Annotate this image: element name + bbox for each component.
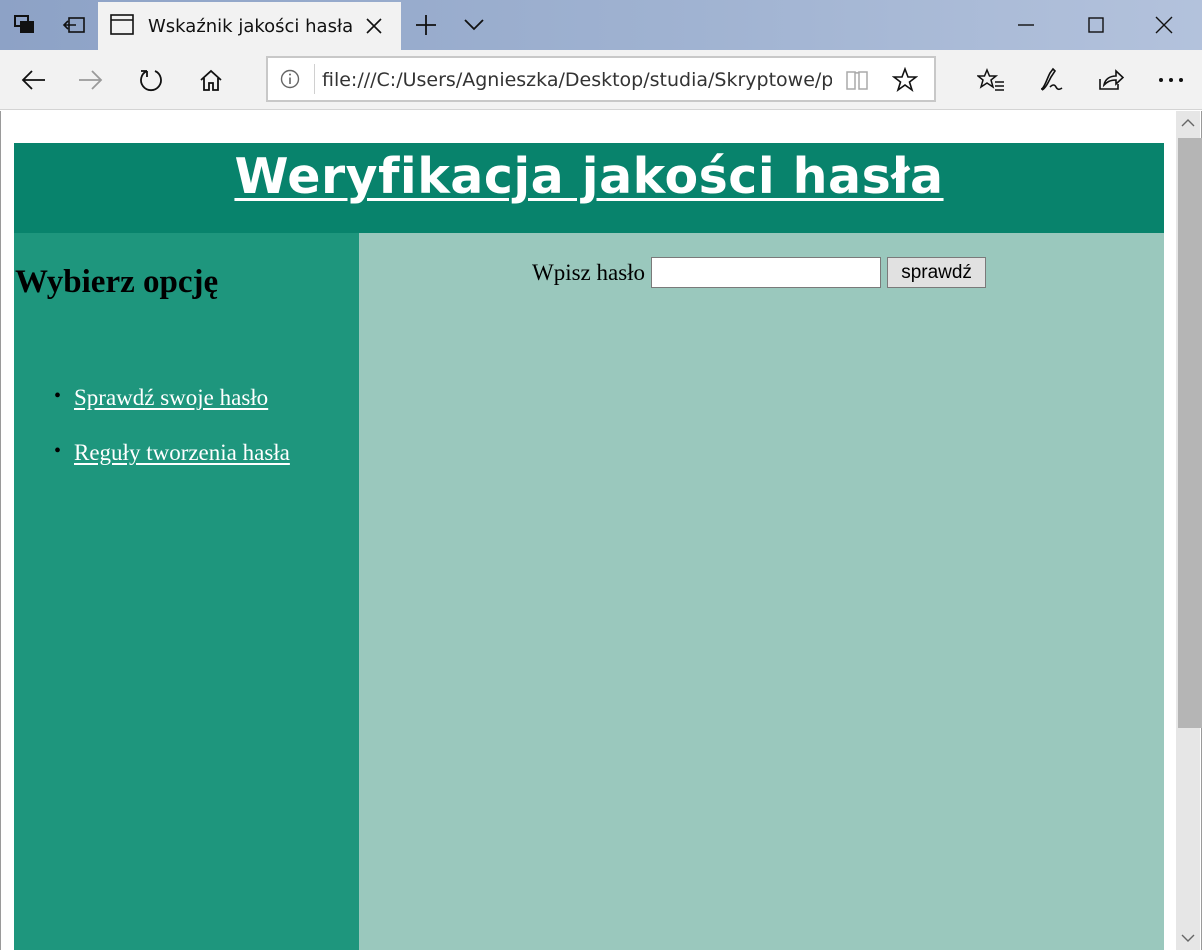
close-tab-icon[interactable] xyxy=(365,17,383,35)
pen-notes-icon[interactable] xyxy=(1026,50,1076,110)
bullet: • xyxy=(54,385,62,407)
reading-view-icon[interactable] xyxy=(845,69,869,91)
sidebar-item-check-password: • Sprawdź swoje hasło xyxy=(54,385,290,440)
address-bar[interactable]: file:///C:/Users/Agnieszka/Desktop/studi… xyxy=(266,56,936,102)
close-window-icon[interactable] xyxy=(1142,0,1186,50)
favorite-star-icon[interactable] xyxy=(892,67,918,93)
check-password-link[interactable]: Sprawdź swoje hasło xyxy=(74,385,268,410)
page-icon xyxy=(110,14,134,35)
tab-actions-icon[interactable] xyxy=(0,0,50,50)
maximize-icon[interactable] xyxy=(1074,0,1118,50)
new-tab-icon[interactable] xyxy=(404,0,448,50)
navigation-bar: file:///C:/Users/Agnieszka/Desktop/studi… xyxy=(0,50,1202,110)
scroll-thumb[interactable] xyxy=(1178,138,1202,728)
address-separator xyxy=(314,64,315,94)
favorites-hub-icon[interactable] xyxy=(966,50,1016,110)
sidebar-menu: • Sprawdź swoje hasło • Reguły tworzenia… xyxy=(54,385,290,495)
page-viewport: Weryfikacja jakości hasła Wybierz opcję … xyxy=(0,111,1202,950)
password-label: Wpisz hasło xyxy=(532,259,646,285)
title-bar: Wskaźnik jakości hasła xyxy=(0,0,1202,50)
info-icon[interactable] xyxy=(280,69,300,89)
forward-arrow-icon[interactable] xyxy=(66,50,116,110)
home-icon[interactable] xyxy=(186,50,236,110)
page-title[interactable]: Weryfikacja jakości hasła xyxy=(234,143,943,208)
sidebar-item-password-rules: • Reguły tworzenia hasła xyxy=(54,440,290,495)
vertical-scrollbar[interactable] xyxy=(1176,111,1202,950)
scroll-up-icon[interactable] xyxy=(1176,111,1200,135)
main-content: Wpisz hasło sprawdź xyxy=(359,233,1164,950)
check-button[interactable]: sprawdź xyxy=(887,257,987,288)
address-text[interactable]: file:///C:/Users/Agnieszka/Desktop/studi… xyxy=(322,69,832,91)
sidebar-heading: Wybierz opcję xyxy=(15,264,219,300)
bullet: • xyxy=(54,440,62,462)
password-form: Wpisz hasło sprawdź xyxy=(532,257,987,288)
scroll-down-icon[interactable] xyxy=(1176,926,1200,950)
back-arrow-icon[interactable] xyxy=(8,50,58,110)
more-options-icon[interactable] xyxy=(1146,50,1196,110)
minimize-icon[interactable] xyxy=(1004,0,1048,50)
sidebar: Wybierz opcję • Sprawdź swoje hasło • Re… xyxy=(14,233,359,950)
set-tabs-aside-icon[interactable] xyxy=(50,0,98,50)
tab-active[interactable]: Wskaźnik jakości hasła xyxy=(98,2,401,50)
page-header: Weryfikacja jakości hasła xyxy=(14,143,1164,233)
password-rules-link[interactable]: Reguły tworzenia hasła xyxy=(74,440,290,465)
tab-preview-chevron-down-icon[interactable] xyxy=(452,0,496,50)
share-icon[interactable] xyxy=(1086,50,1136,110)
tab-title: Wskaźnik jakości hasła xyxy=(148,16,354,37)
password-input[interactable] xyxy=(651,257,882,288)
refresh-icon[interactable] xyxy=(126,50,176,110)
